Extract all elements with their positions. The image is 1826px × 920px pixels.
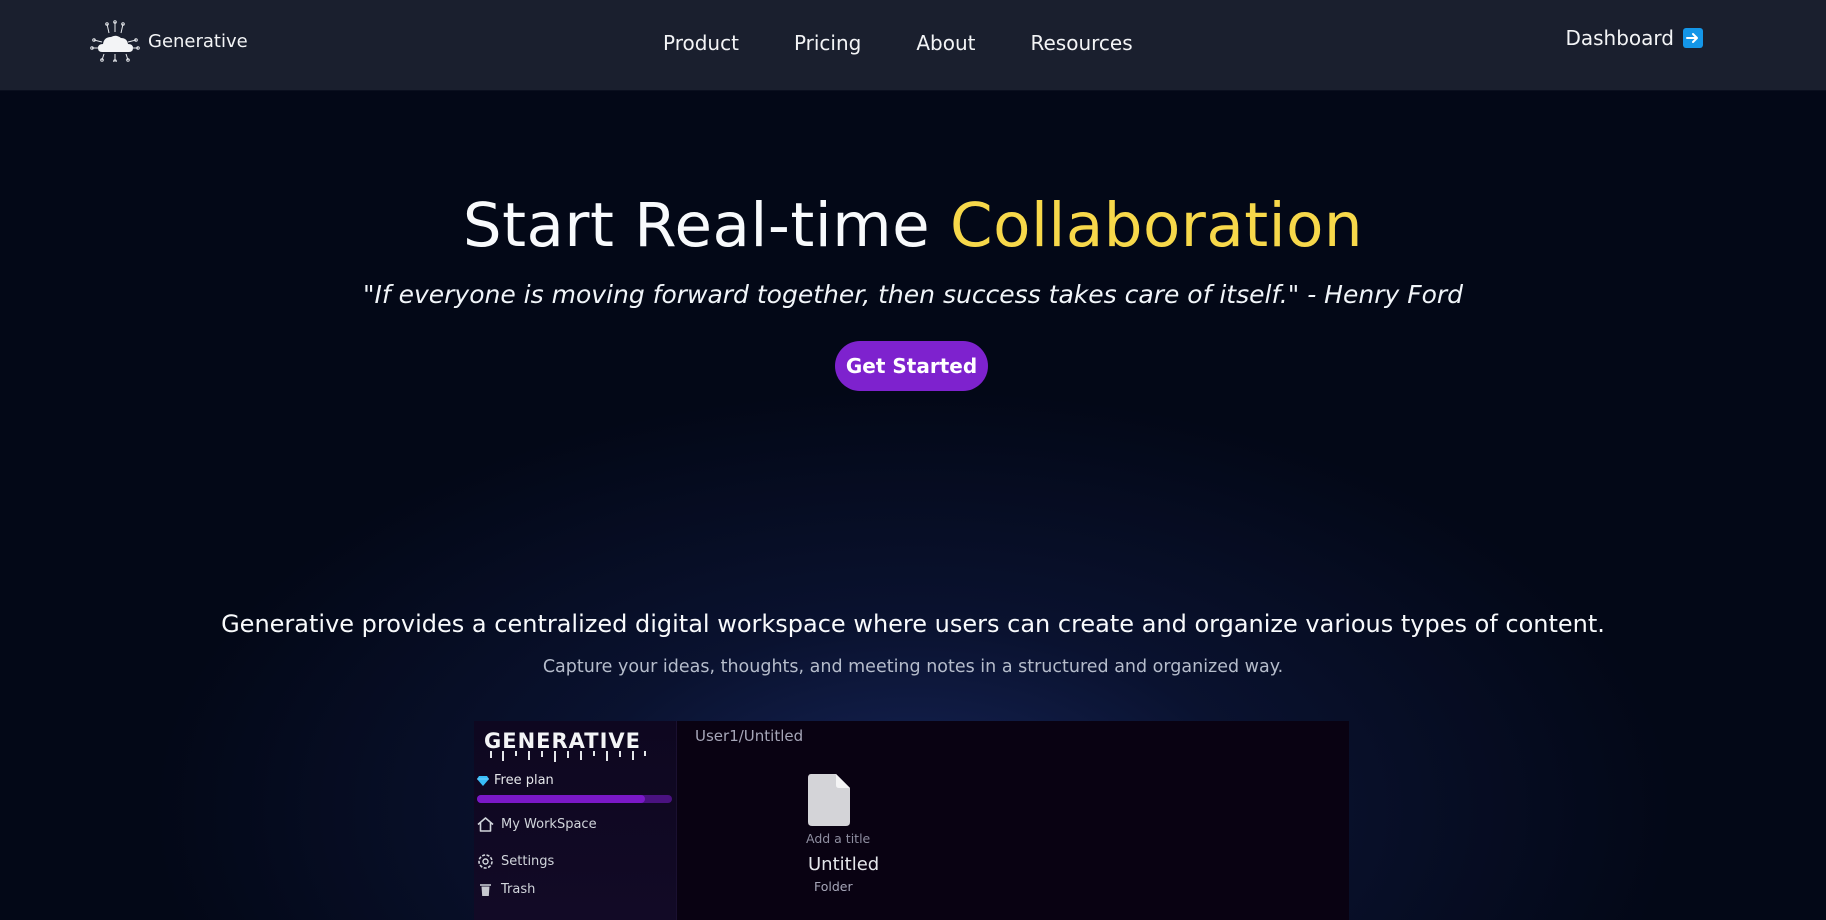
- app-preview-image: GENERATIVE Free plan My WorkSpace Settin…: [474, 721, 1349, 920]
- home-icon: [477, 817, 494, 832]
- preview-plan-progress: [477, 795, 672, 803]
- landing-page: Generative Product Pricing About Resourc…: [0, 0, 1826, 920]
- preview-plan-label: Free plan: [494, 773, 554, 788]
- cloud-circuit-logo-icon: [90, 20, 140, 62]
- preview-logo-text: GENERATIVE: [484, 729, 642, 753]
- preview-nav-settings-label: Settings: [501, 854, 555, 869]
- preview-nav-trash: Trash: [477, 882, 535, 897]
- document-icon: [808, 774, 850, 826]
- feature-heading: Generative provides a centralized digita…: [221, 610, 1605, 638]
- hero-title-main: Start Real-time: [462, 190, 931, 261]
- feature-subheading: Capture your ideas, thoughts, and meetin…: [542, 657, 1284, 677]
- dashboard-label: Dashboard: [1565, 26, 1674, 50]
- nav-link-pricing[interactable]: Pricing: [794, 31, 861, 55]
- right-arrow-icon: [1683, 28, 1703, 48]
- brand-link[interactable]: Generative: [90, 20, 248, 62]
- nav-link-product[interactable]: Product: [663, 31, 739, 55]
- preview-logo: GENERATIVE: [484, 729, 654, 762]
- dashboard-link[interactable]: Dashboard: [1565, 26, 1703, 50]
- settings-icon: [478, 854, 493, 869]
- nav-link-resources[interactable]: Resources: [1031, 31, 1133, 55]
- drip-decoration-icon: [490, 751, 646, 762]
- top-navbar: Generative Product Pricing About Resourc…: [0, 0, 1826, 90]
- hero-quote: "If everyone is moving forward together,…: [362, 280, 1464, 309]
- preview-doc-type: Folder: [814, 879, 853, 894]
- preview-nav-trash-label: Trash: [501, 882, 536, 897]
- trash-icon: [480, 884, 491, 896]
- hero-title-accent: Collaboration: [950, 190, 1364, 261]
- primary-nav: Product Pricing About Resources: [663, 0, 1133, 86]
- preview-sidebar: GENERATIVE Free plan My WorkSpace Settin…: [474, 721, 677, 920]
- preview-plan-badge: Free plan: [477, 773, 554, 788]
- preview-nav-settings: Settings: [477, 853, 554, 870]
- diamond-icon: [477, 776, 489, 786]
- preview-doc-title: Untitled: [808, 854, 880, 875]
- get-started-button[interactable]: Get Started: [835, 341, 988, 391]
- hero-title: Start Real-time Collaboration: [0, 188, 1826, 264]
- preview-breadcrumb: User1/Untitled: [695, 727, 804, 745]
- nav-link-about[interactable]: About: [916, 31, 975, 55]
- brand-name: Generative: [148, 30, 248, 52]
- preview-plan-progress-fill: [477, 795, 645, 803]
- preview-nav-workspace: My WorkSpace: [477, 817, 597, 832]
- preview-nav-workspace-label: My WorkSpace: [501, 817, 597, 832]
- preview-add-title: Add a title: [806, 831, 871, 846]
- preview-main: User1/Untitled Add a title Untitled Fold…: [677, 721, 1349, 920]
